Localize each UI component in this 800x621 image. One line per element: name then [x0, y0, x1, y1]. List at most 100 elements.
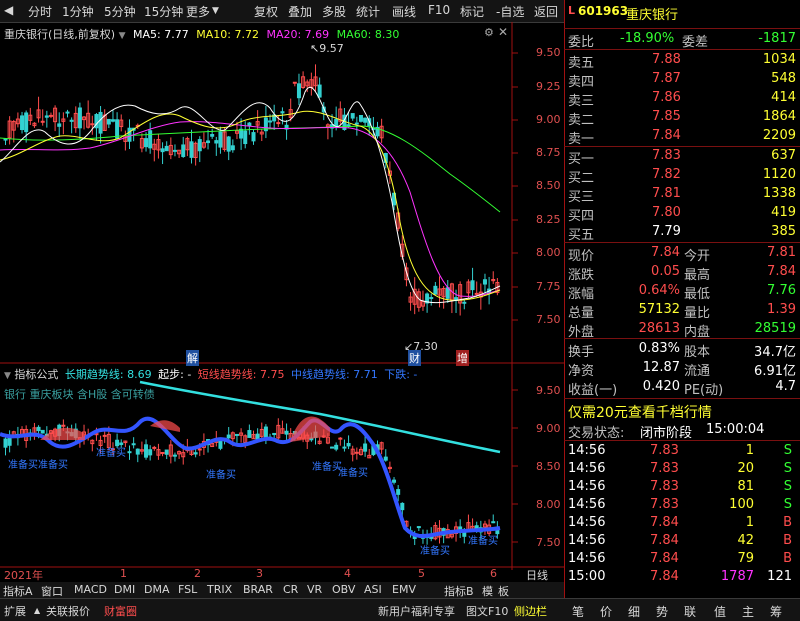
btn-f10-graphic[interactable]: 图文F10	[466, 603, 508, 619]
tab-chou[interactable]: 筹	[770, 603, 782, 620]
btn-back[interactable]: 返回	[534, 3, 558, 20]
ask-row[interactable]: 卖三 7.86 414	[564, 89, 800, 109]
ma20-label: MA20: 7.69	[266, 28, 330, 41]
kline-chart[interactable]	[0, 22, 564, 598]
tab-15min[interactable]: 15分钟	[144, 3, 183, 20]
btn-fuquan[interactable]: 复权	[254, 3, 278, 20]
settings-icon[interactable]: ⚙	[484, 26, 494, 39]
period-label[interactable]: 日线	[526, 567, 548, 583]
tab-fsl[interactable]: FSL	[178, 583, 197, 596]
stat-label: 最低	[684, 287, 711, 302]
tab-5min[interactable]: 5分钟	[104, 3, 136, 20]
tab-obv[interactable]: OBV	[332, 583, 355, 596]
tab-fenshi[interactable]: 分时	[28, 3, 52, 20]
bid-row[interactable]: 买二 7.82 1120	[564, 166, 800, 186]
tick-time: 14:56	[568, 479, 606, 494]
tab-xi[interactable]: 细	[628, 603, 640, 620]
tab-cr[interactable]: CR	[283, 583, 298, 596]
tab-zhu[interactable]: 主	[742, 603, 754, 620]
tab-indicator-b[interactable]: 指标B	[444, 583, 474, 599]
btn-sidebar[interactable]: 侧边栏	[514, 603, 547, 619]
candle-body	[346, 124, 351, 127]
tab-shi[interactable]: 势	[656, 603, 668, 620]
buy-signal-label: 准备买	[96, 448, 126, 459]
indicator-header: ▼ 指标公式 长期趋势线: 8.69 起步: - 短线趋势线: 7.75 中线趋…	[4, 366, 417, 382]
candle-body	[131, 443, 136, 446]
tick-volume: 79	[737, 551, 754, 566]
btn-duogu[interactable]: 多股	[322, 3, 346, 20]
tab-lian[interactable]: 联	[684, 603, 696, 620]
tab-window[interactable]: 窗口	[41, 583, 63, 599]
ask-row[interactable]: 卖四 7.87 548	[564, 70, 800, 90]
marker-zeng[interactable]: 增	[456, 350, 469, 366]
btn-expand[interactable]: 扩展	[4, 603, 26, 619]
btn-fortune-circle[interactable]: 财富圈	[104, 603, 137, 619]
bid-row[interactable]: 买五 7.79 385	[564, 223, 800, 243]
price-tick-label: 8.75	[536, 146, 561, 159]
marker-jie[interactable]: 解	[186, 350, 199, 366]
btn-huaxian[interactable]: 画线	[392, 3, 416, 20]
ask-row[interactable]: 卖一 7.84 2209	[564, 127, 800, 147]
tab-template[interactable]: 模	[482, 583, 493, 599]
tab-macd[interactable]: MACD	[74, 583, 107, 596]
btn-biaoji[interactable]: 标记	[460, 3, 484, 20]
tab-asi[interactable]: ASI	[364, 583, 382, 596]
tick-row: 14:56 7.83 100 S	[564, 496, 800, 515]
tab-indicator-a[interactable]: 指标A	[3, 583, 33, 599]
btn-f10[interactable]: F10	[428, 3, 450, 17]
tab-emv[interactable]: EMV	[392, 583, 416, 596]
btn-tongji[interactable]: 统计	[356, 3, 380, 20]
weicha-value: -1817	[758, 31, 796, 46]
ask-row[interactable]: 卖五 7.88 1034	[564, 51, 800, 71]
tab-1min[interactable]: 1分钟	[62, 3, 94, 20]
candle-body	[40, 429, 45, 434]
tick-volume: 1	[745, 515, 754, 530]
promo-text[interactable]: 仅需20元查看千档行情	[568, 402, 712, 422]
tab-vr[interactable]: VR	[307, 583, 322, 596]
tick-side: S	[783, 443, 792, 458]
stat-value: 6.91亿	[754, 364, 796, 379]
tab-more[interactable]: 更多	[186, 3, 210, 20]
candle-body	[243, 130, 248, 145]
close-icon[interactable]: ✕	[498, 25, 508, 39]
promo-row[interactable]: 仅需20元查看千档行情	[564, 401, 800, 422]
candle-body	[462, 301, 467, 304]
tab-zhi[interactable]: 值	[714, 603, 726, 620]
candle-body	[110, 119, 115, 122]
ask-row[interactable]: 卖二 7.85 1864	[564, 108, 800, 128]
bid-row[interactable]: 买一 7.83 637	[564, 147, 800, 167]
tab-jia[interactable]: 价	[600, 603, 612, 620]
tab-brar[interactable]: BRAR	[243, 583, 273, 596]
indicator-dropdown-icon[interactable]: ▼	[4, 371, 11, 381]
mid-trend-label: 中线趋势线: 7.71	[291, 368, 378, 381]
tab-dma[interactable]: DMA	[144, 583, 170, 596]
more-dropdown-icon[interactable]: ▼	[212, 6, 219, 16]
dropdown-icon[interactable]: ▼	[119, 31, 126, 41]
bid-row[interactable]: 买四 7.80 419	[564, 204, 800, 224]
candle-body	[383, 456, 388, 461]
month-label: 3	[256, 567, 263, 580]
menu-icon[interactable]: ◀	[4, 3, 13, 17]
marker-cai[interactable]: 财	[408, 350, 421, 366]
tab-trix[interactable]: TRIX	[207, 583, 232, 596]
btn-diejia[interactable]: 叠加	[288, 3, 312, 20]
tab-bi[interactable]: 笔	[572, 603, 584, 620]
price-tick-label: 9.00	[536, 113, 561, 126]
ma5-label: MA5: 7.77	[133, 28, 189, 41]
candle-body	[276, 122, 281, 125]
trade-status-label: 交易状态:	[568, 426, 625, 441]
btn-related-quote[interactable]: 关联报价	[46, 603, 90, 619]
expand-arrow-icon[interactable]: ▲	[34, 606, 40, 615]
candle-body	[77, 107, 82, 129]
price-tick-label: 7.50	[536, 313, 561, 326]
tab-board[interactable]: 板	[498, 583, 509, 599]
btn-zixuan[interactable]: -自选	[496, 3, 524, 20]
tick-price: 7.84	[650, 515, 679, 530]
btn-new-user[interactable]: 新用户福利专享	[378, 603, 455, 619]
row-price: 7.80	[652, 205, 681, 220]
bid-row[interactable]: 买三 7.81 1338	[564, 185, 800, 205]
tick-side: S	[783, 497, 792, 512]
tab-dmi[interactable]: DMI	[114, 583, 135, 596]
stat-label: PE(动)	[684, 383, 724, 398]
indicator-name[interactable]: 指标公式	[14, 368, 58, 381]
